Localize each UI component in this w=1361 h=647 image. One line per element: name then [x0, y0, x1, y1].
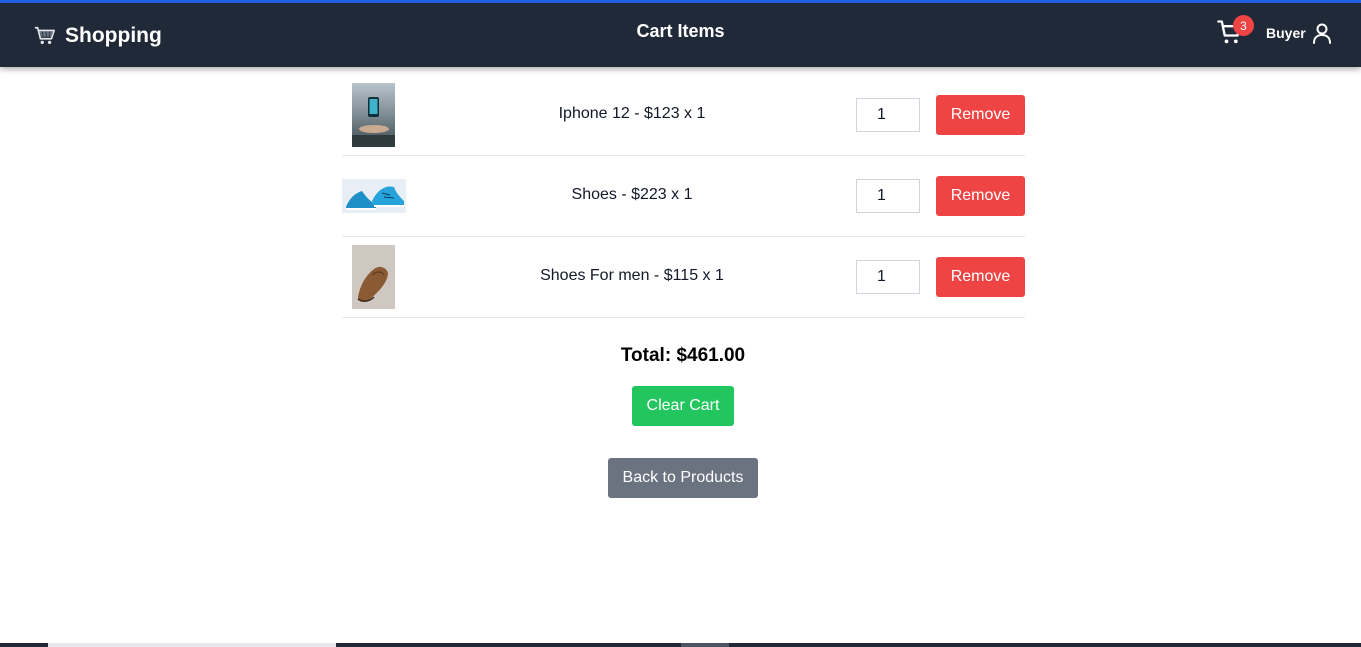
quantity-input[interactable]	[856, 98, 920, 132]
remove-button[interactable]: Remove	[936, 176, 1025, 216]
quantity-input[interactable]	[856, 179, 920, 213]
bottom-bar-segment	[48, 643, 336, 647]
user-name[interactable]: Buyer	[1266, 25, 1306, 41]
quantity-input[interactable]	[856, 260, 920, 294]
navbar: Shopping Cart Items	[0, 3, 1361, 67]
cart-item-row: Iphone 12 - $123 x 1 Remove	[342, 75, 1025, 156]
product-image-iphone	[352, 83, 395, 147]
product-image-mens-shoes	[352, 245, 395, 309]
cart-list: Iphone 12 - $123 x 1 Remove Shoes - $223…	[342, 75, 1025, 318]
product-image-shoes	[342, 179, 406, 213]
item-description: Iphone 12 - $123 x 1	[558, 105, 706, 122]
item-description: Shoes - $223 x 1	[571, 186, 693, 203]
back-to-products-button[interactable]: Back to Products	[608, 458, 758, 498]
remove-button[interactable]: Remove	[936, 95, 1025, 135]
cart-item-row: Shoes - $223 x 1 Remove	[342, 156, 1025, 237]
item-description: Shoes For men - $115 x 1	[540, 267, 724, 284]
page-title: Cart Items	[636, 21, 725, 41]
cart-count-badge: 3	[1233, 15, 1254, 36]
cart-total: Total: $461.00	[620, 345, 746, 366]
clear-cart-button[interactable]: Clear Cart	[632, 386, 734, 426]
user-icon[interactable]	[1310, 21, 1334, 45]
bottom-bar-segment	[681, 643, 729, 647]
remove-button[interactable]: Remove	[936, 257, 1025, 297]
cart-item-row: Shoes For men - $115 x 1 Remove	[342, 237, 1025, 318]
